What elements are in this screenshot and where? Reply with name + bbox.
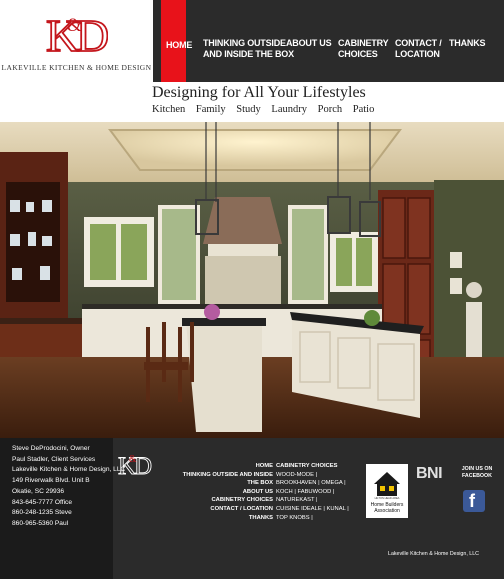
nav-thinking-line2: AND INSIDE THE BOX xyxy=(203,49,294,59)
brand-line[interactable]: BROOKHAVEN | OMEGA | xyxy=(276,479,366,488)
nav-thinking-line1: THINKING OUTSIDE xyxy=(203,38,286,48)
contact-phone-office[interactable]: 843-645-7777 Office xyxy=(12,498,113,509)
join-line1: JOIN US ON xyxy=(461,466,493,472)
site-header: K & D LAKEVILLE KITCHEN & HOME DESIGN HO… xyxy=(0,0,504,82)
join-line2: FACEBOOK xyxy=(461,473,493,479)
contact-block: Steve DeProdocini, Owner Paul Stadler, C… xyxy=(0,438,126,579)
svg-text:D: D xyxy=(76,10,108,57)
logo-mark: K & D xyxy=(46,9,108,57)
site-footer: Steve DeProdocini, Owner Paul Stadler, C… xyxy=(0,438,504,579)
nav-contact-location[interactable]: CONTACT / LOCATION xyxy=(395,38,442,60)
contact-city: Okatie, SC 29936 xyxy=(12,487,65,495)
room-laundry: Laundry xyxy=(271,104,307,115)
nav-cabinetry-line2: CHOICES xyxy=(338,49,378,59)
footer-nav-thinking[interactable]: THINKING OUTSIDE AND INSIDE THE BOX xyxy=(170,471,273,488)
hba-top-label: HILTON HEAD AREA xyxy=(374,497,400,500)
nav-contact-line1: CONTACT / xyxy=(395,38,442,48)
facebook-icon[interactable]: f xyxy=(463,490,485,512)
contact-services: Paul Stadler, Client Services xyxy=(12,455,96,463)
room-list: Kitchen Family Study Laundry Porch Patio xyxy=(152,104,379,115)
footer-nav-about[interactable]: ABOUT US xyxy=(170,488,273,497)
footer-cabinetry-heading[interactable]: CABINETRY CHOICES xyxy=(276,462,366,471)
footer-nav: HOME THINKING OUTSIDE AND INSIDE THE BOX… xyxy=(170,462,273,522)
main-nav: HOME THINKING OUTSIDE AND INSIDE THE BOX… xyxy=(153,0,504,82)
tagline-title: Designing for All Your Lifestyles xyxy=(152,84,366,101)
nav-thinking-outside[interactable]: THINKING OUTSIDE AND INSIDE THE BOX xyxy=(203,38,294,60)
kitchen-illustration xyxy=(0,122,504,438)
nav-thanks[interactable]: THANKS xyxy=(449,38,486,49)
footer-logo[interactable]: K & D xyxy=(118,451,152,477)
hero-kitchen-image xyxy=(0,122,504,438)
nav-cabinetry-choices[interactable]: CABINETRY CHOICES xyxy=(338,38,389,60)
join-facebook-label: JOIN US ON FACEBOOK xyxy=(457,466,497,480)
room-porch: Porch xyxy=(317,104,343,115)
nav-home[interactable]: HOME xyxy=(161,0,192,82)
nav-cabinetry-line1: CABINETRY xyxy=(338,38,389,48)
brand-line[interactable]: KOCH | FABUWOOD | xyxy=(276,488,366,497)
room-patio: Patio xyxy=(352,104,375,115)
brand-line[interactable]: WOOD-MODE | xyxy=(276,471,366,480)
contact-phone-steve[interactable]: 860-248-1235 Steve xyxy=(12,508,113,519)
footer-nav-cabinetry[interactable]: CABINETRY CHOICES xyxy=(170,496,273,505)
footer-nav-home[interactable]: HOME xyxy=(170,462,273,471)
brand-line[interactable]: TOP KNOBS | xyxy=(276,514,366,523)
logo-area[interactable]: K & D LAKEVILLE KITCHEN & HOME DESIGN xyxy=(0,0,153,82)
hba-badge[interactable]: HILTON HEAD AREA Home Builders Associati… xyxy=(366,464,408,518)
tagline-area: Designing for All Your Lifestyles Kitche… xyxy=(0,82,504,122)
contact-owner: Steve DeProdocini, Owner xyxy=(12,445,90,452)
facebook-glyph: f xyxy=(469,491,475,511)
brand-line[interactable]: CUISINE IDEALE | KUNAL | xyxy=(276,505,366,514)
hba-label: Home Builders Association xyxy=(370,502,404,514)
footer-cabinetry: CABINETRY CHOICES WOOD-MODE | BROOKHAVEN… xyxy=(276,462,366,522)
footer-nav-contact[interactable]: CONTACT / LOCATION xyxy=(170,505,273,514)
brand-name: LAKEVILLE KITCHEN & HOME DESIGN xyxy=(1,63,152,72)
room-study: Study xyxy=(236,104,261,115)
brand-line[interactable]: NATUREKAST | xyxy=(276,496,366,505)
nav-home-label: HOME xyxy=(166,40,193,50)
copyright: Lakeville Kitchen & Home Design, LLC xyxy=(388,551,479,557)
contact-company: Lakeville Kitchen & Home Design, LLC xyxy=(12,466,126,474)
svg-text:D: D xyxy=(134,453,152,477)
contact-street: 149 Riverwalk Blvd. Unit B xyxy=(12,477,90,485)
nav-contact-line2: LOCATION xyxy=(395,49,440,59)
contact-phone-paul[interactable]: 860-965-5360 Paul xyxy=(12,519,113,530)
room-family: Family xyxy=(195,104,226,115)
footer-nav-thanks[interactable]: THANKS xyxy=(170,514,273,523)
nav-about-us[interactable]: ABOUT US xyxy=(286,38,332,49)
room-kitchen: Kitchen xyxy=(152,104,186,115)
bni-logo[interactable]: BNI xyxy=(416,465,443,483)
